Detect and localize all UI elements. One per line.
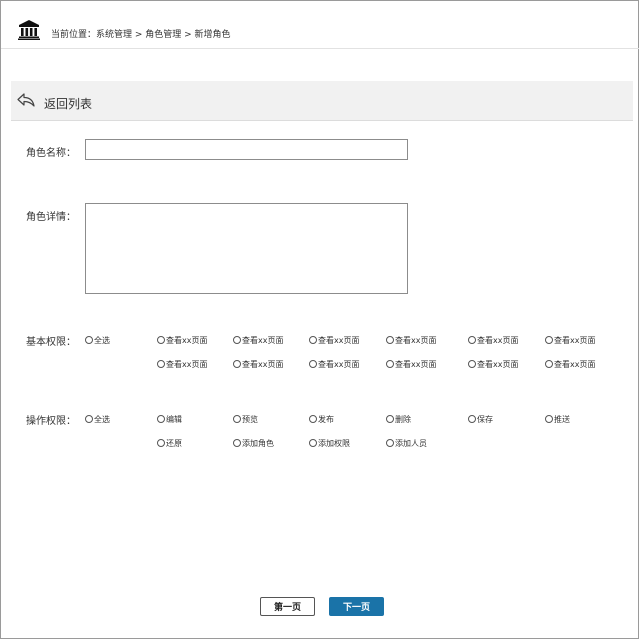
basic-permission-option[interactable]: 查看xx页面 xyxy=(233,358,283,370)
bank-building-icon xyxy=(18,20,40,40)
role-name-input[interactable] xyxy=(85,139,408,160)
operation-permission-option[interactable]: 添加角色 xyxy=(233,437,274,449)
radio-circle-icon[interactable] xyxy=(309,415,317,423)
option-label: 添加人员 xyxy=(395,438,427,448)
operation-permission-option[interactable]: 全选 xyxy=(85,413,110,425)
option-label: 查看xx页面 xyxy=(318,359,360,369)
breadcrumb-path[interactable]: 系统管理 > 角色管理 > 新增角色 xyxy=(96,30,231,40)
radio-circle-icon[interactable] xyxy=(386,439,394,447)
radio-circle-icon[interactable] xyxy=(386,360,394,368)
back-to-list-label[interactable]: 返回列表 xyxy=(44,95,92,112)
radio-circle-icon[interactable] xyxy=(233,336,241,344)
option-label: 保存 xyxy=(477,414,493,424)
operation-permission-option[interactable]: 发布 xyxy=(309,413,334,425)
radio-circle-icon[interactable] xyxy=(233,415,241,423)
breadcrumb: 当前位置：系统管理 > 角色管理 > 新增角色 xyxy=(51,27,231,40)
option-label: 全选 xyxy=(94,335,110,345)
basic-permission-option[interactable]: 查看xx页面 xyxy=(233,334,283,346)
breadcrumb-prefix: 当前位置： xyxy=(51,30,97,40)
basic-permission-option[interactable]: 查看xx页面 xyxy=(468,358,518,370)
basic-permission-option[interactable]: 查看xx页面 xyxy=(309,358,359,370)
radio-circle-icon[interactable] xyxy=(85,336,93,344)
basic-permission-option[interactable]: 查看xx页面 xyxy=(309,334,359,346)
option-label: 还原 xyxy=(166,438,182,448)
radio-circle-icon[interactable] xyxy=(545,415,553,423)
radio-circle-icon[interactable] xyxy=(309,336,317,344)
radio-circle-icon[interactable] xyxy=(157,439,165,447)
option-label: 查看xx页面 xyxy=(395,335,437,345)
option-label: 查看xx页面 xyxy=(166,359,208,369)
option-label: 查看xx页面 xyxy=(166,335,208,345)
radio-circle-icon[interactable] xyxy=(233,439,241,447)
basic-permission-option[interactable]: 查看xx页面 xyxy=(468,334,518,346)
first-page-button[interactable]: 第一页 xyxy=(260,597,315,616)
operation-permission-option[interactable]: 删除 xyxy=(386,413,411,425)
option-label: 查看xx页面 xyxy=(395,359,437,369)
basic-permission-option[interactable]: 查看xx页面 xyxy=(157,358,207,370)
role-detail-textarea[interactable] xyxy=(85,203,408,294)
radio-circle-icon[interactable] xyxy=(157,336,165,344)
radio-circle-icon[interactable] xyxy=(545,360,553,368)
operation-permissions-label: 操作权限： xyxy=(26,416,76,427)
option-label: 预览 xyxy=(242,414,258,424)
operation-permission-option[interactable]: 推送 xyxy=(545,413,570,425)
option-label: 推送 xyxy=(554,414,570,424)
radio-circle-icon[interactable] xyxy=(233,360,241,368)
radio-circle-icon[interactable] xyxy=(157,360,165,368)
operation-permission-option[interactable]: 预览 xyxy=(233,413,258,425)
radio-circle-icon[interactable] xyxy=(386,336,394,344)
basic-permission-option[interactable]: 全选 xyxy=(85,334,110,346)
page-frame: 当前位置：系统管理 > 角色管理 > 新增角色 返回列表 角色名称： 角色详情：… xyxy=(0,0,639,639)
operation-permission-option[interactable]: 编辑 xyxy=(157,413,182,425)
radio-circle-icon[interactable] xyxy=(157,415,165,423)
option-label: 查看xx页面 xyxy=(242,335,284,345)
option-label: 查看xx页面 xyxy=(477,335,519,345)
basic-permission-option[interactable]: 查看xx页面 xyxy=(545,358,595,370)
radio-circle-icon[interactable] xyxy=(309,360,317,368)
next-page-button[interactable]: 下一页 xyxy=(329,597,384,616)
radio-circle-icon[interactable] xyxy=(468,336,476,344)
option-label: 查看xx页面 xyxy=(477,359,519,369)
option-label: 添加角色 xyxy=(242,438,274,448)
radio-circle-icon[interactable] xyxy=(545,336,553,344)
role-detail-label: 角色详情： xyxy=(26,212,76,223)
radio-circle-icon[interactable] xyxy=(309,439,317,447)
option-label: 编辑 xyxy=(166,414,182,424)
option-label: 全选 xyxy=(94,414,110,424)
operation-permission-option[interactable]: 添加人员 xyxy=(386,437,427,449)
radio-circle-icon[interactable] xyxy=(468,360,476,368)
operation-permission-option[interactable]: 添加权限 xyxy=(309,437,350,449)
radio-circle-icon[interactable] xyxy=(85,415,93,423)
option-label: 查看xx页面 xyxy=(554,359,596,369)
operation-permission-option[interactable]: 保存 xyxy=(468,413,493,425)
basic-permission-option[interactable]: 查看xx页面 xyxy=(545,334,595,346)
header-bar: 当前位置：系统管理 > 角色管理 > 新增角色 xyxy=(1,1,639,49)
option-label: 发布 xyxy=(318,414,334,424)
role-name-label: 角色名称： xyxy=(26,148,76,159)
option-label: 添加权限 xyxy=(318,438,350,448)
basic-permission-option[interactable]: 查看xx页面 xyxy=(157,334,207,346)
operation-permission-option[interactable]: 还原 xyxy=(157,437,182,449)
radio-circle-icon[interactable] xyxy=(386,415,394,423)
option-label: 删除 xyxy=(395,414,411,424)
basic-permission-option[interactable]: 查看xx页面 xyxy=(386,334,436,346)
radio-circle-icon[interactable] xyxy=(468,415,476,423)
back-arrow-icon[interactable] xyxy=(17,92,35,108)
basic-permission-option[interactable]: 查看xx页面 xyxy=(386,358,436,370)
back-to-list-bar[interactable]: 返回列表 xyxy=(11,81,633,121)
option-label: 查看xx页面 xyxy=(242,359,284,369)
basic-permissions-label: 基本权限： xyxy=(26,337,76,348)
option-label: 查看xx页面 xyxy=(554,335,596,345)
option-label: 查看xx页面 xyxy=(318,335,360,345)
